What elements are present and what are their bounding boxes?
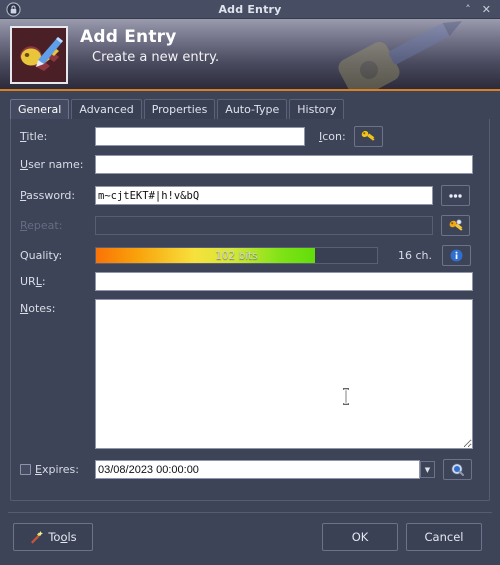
tab-bar: General Advanced Properties Auto-Type Hi… <box>0 97 500 119</box>
tools-label: Tools <box>48 530 77 544</box>
tools-button[interactable]: Tools <box>13 523 93 551</box>
quality-bits-text: 102 bits <box>215 249 258 262</box>
quality-chars-text: 16 ch. <box>397 249 432 262</box>
username-label: User name: <box>20 158 84 171</box>
general-tab-panel: Title: Icon: User name: Password: m~cjtE… <box>10 119 490 501</box>
icon-label: Icon: <box>319 130 346 143</box>
notes-label: Notes: <box>20 302 56 315</box>
expires-label: Expires: <box>35 463 79 476</box>
padlock-icon <box>3 0 23 19</box>
shade-button[interactable]: ˄ <box>465 4 471 15</box>
expires-checkbox-wrap[interactable]: Expires: <box>20 463 95 476</box>
tab-auto-type[interactable]: Auto-Type <box>217 99 288 119</box>
ellipsis-icon <box>449 193 462 198</box>
title-row: Title: Icon: <box>20 126 486 147</box>
close-button[interactable]: ✕ <box>482 4 491 15</box>
title-input[interactable] <box>95 127 305 146</box>
repeat-label: Repeat: <box>20 219 63 232</box>
tab-general[interactable]: General <box>10 99 70 119</box>
url-label: URL: <box>20 275 46 288</box>
window-title: Add Entry <box>218 2 282 16</box>
wand-icon <box>31 531 44 544</box>
notes-textarea[interactable] <box>95 299 473 449</box>
url-row: URL: <box>20 272 486 291</box>
quality-row: Quality: 102 bits 16 ch. <box>20 245 486 266</box>
char-info-button[interactable] <box>442 245 471 266</box>
key-icon <box>361 130 375 141</box>
expires-dropdown-arrow[interactable]: ▼ <box>420 461 435 478</box>
banner-subtitle: Create a new entry. <box>92 50 220 65</box>
text-ibeam-cursor <box>342 388 350 405</box>
calendar-clock-icon <box>451 463 464 476</box>
tab-history[interactable]: History <box>289 99 345 119</box>
ok-button[interactable]: OK <box>322 523 398 551</box>
info-icon <box>450 249 463 262</box>
banner-decoration <box>338 21 462 89</box>
password-generator-button[interactable] <box>441 215 470 236</box>
title-bar: Add Entry ˄ ✕ <box>0 0 500 19</box>
password-toggle-button[interactable] <box>441 185 470 206</box>
tab-properties[interactable]: Properties <box>143 99 216 119</box>
password-input[interactable] <box>95 186 433 205</box>
cancel-button[interactable]: Cancel <box>406 523 482 551</box>
footer: Tools OK Cancel <box>0 523 500 555</box>
expires-date-input[interactable] <box>95 460 420 479</box>
password-label: Password: <box>20 189 76 202</box>
banner-title: Add Entry <box>80 27 177 47</box>
expires-row: Expires: ▼ <box>20 459 486 480</box>
footer-separator <box>8 512 492 513</box>
icon-picker-button[interactable] <box>353 126 383 147</box>
key-pencil-icon <box>10 26 68 84</box>
tab-advanced[interactable]: Advanced <box>71 99 142 119</box>
expires-presets-button[interactable] <box>443 459 472 480</box>
expires-checkbox[interactable] <box>20 464 31 475</box>
banner-text: Add Entry Create a new entry. <box>80 27 219 65</box>
quality-bar: 102 bits <box>95 247 378 264</box>
username-input[interactable] <box>95 155 473 174</box>
title-label: Title: <box>20 130 48 143</box>
add-entry-dialog: Add Entry ˄ ✕ Add Entry Create a new ent… <box>0 0 500 565</box>
repeat-row: Repeat: <box>20 215 486 236</box>
username-row: User name: <box>20 155 486 174</box>
notes-label-wrap: Notes: <box>20 302 95 315</box>
url-input[interactable] <box>95 272 473 291</box>
quality-label: Quality: <box>20 249 63 262</box>
repeat-input[interactable] <box>95 216 433 235</box>
key-gear-icon <box>449 219 463 231</box>
password-row: Password: <box>20 185 486 206</box>
dialog-banner: Add Entry Create a new entry. <box>0 19 500 91</box>
window-buttons: ˄ ✕ <box>465 4 500 15</box>
